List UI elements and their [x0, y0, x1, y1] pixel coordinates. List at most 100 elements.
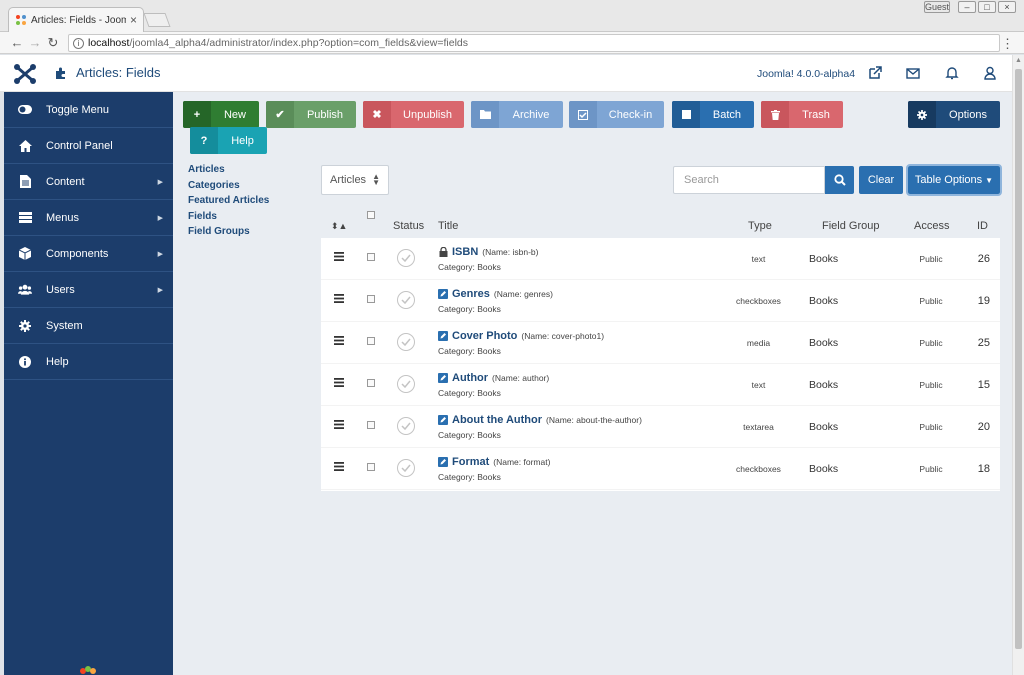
ordering-sort-icon[interactable]: ⬍▲ [331, 221, 347, 232]
submenu-item-fields[interactable]: Fields [188, 209, 269, 225]
reload-icon[interactable]: ↻ [44, 35, 62, 51]
checkbox-checked-icon [569, 101, 597, 128]
field-alias: (Name: cover-photo1) [521, 331, 605, 341]
browser-menu-icon[interactable]: ⋮ [1001, 36, 1014, 52]
search-input[interactable] [673, 166, 825, 194]
page-scrollbar[interactable]: ▲ [1012, 55, 1024, 675]
page-title-text: Articles: Fields [76, 65, 161, 80]
browser-tab[interactable]: Articles: Fields - Joomla 4 T × [8, 7, 144, 32]
sidebar-item-control-panel[interactable]: Control Panel [4, 128, 173, 164]
minimize-button[interactable]: – [958, 1, 976, 13]
options-button[interactable]: Options [908, 101, 1000, 128]
field-title-link[interactable]: About the Author (Name: about-the-author) [452, 414, 642, 426]
scroll-thumb[interactable] [1015, 69, 1022, 649]
row-checkbox[interactable] [367, 253, 375, 261]
sidebar-item-label: System [46, 319, 83, 332]
back-icon[interactable]: ← [8, 35, 26, 50]
help-button[interactable]: ? Help [190, 127, 267, 154]
new-button[interactable]: + New [183, 101, 259, 128]
published-status-icon[interactable] [397, 375, 415, 393]
published-status-icon[interactable] [397, 459, 415, 477]
external-link-icon[interactable] [867, 65, 883, 81]
close-window-button[interactable]: × [998, 1, 1016, 13]
sidebar-item-content[interactable]: Content ▶ [4, 164, 173, 200]
field-title-link[interactable]: Format (Name: format) [452, 456, 550, 468]
row-checkbox[interactable] [367, 463, 375, 471]
forward-icon[interactable]: → [26, 35, 44, 50]
sidebar-item-toggle-menu[interactable]: Toggle Menu [4, 92, 173, 128]
maximize-button[interactable]: □ [978, 1, 996, 13]
field-title-link[interactable]: Cover Photo (Name: cover-photo1) [452, 330, 604, 342]
new-tab-button[interactable] [143, 13, 171, 27]
trash-button[interactable]: Trash [761, 101, 843, 128]
mail-icon[interactable] [905, 65, 921, 81]
scroll-up-arrow-icon[interactable]: ▲ [1015, 57, 1022, 64]
plus-icon: + [183, 101, 211, 128]
published-status-icon[interactable] [397, 249, 415, 267]
clear-button[interactable]: Clear [859, 166, 903, 194]
column-title[interactable]: Title [438, 220, 458, 232]
gear-icon [908, 101, 936, 128]
field-id: 18 [977, 463, 990, 475]
sidebar-item-label: Menus [46, 211, 80, 224]
sidebar-item-menus[interactable]: Menus ▶ [4, 200, 173, 236]
submenu-item-categories[interactable]: Categories [188, 178, 269, 194]
user-icon[interactable] [982, 65, 998, 81]
row-checkbox[interactable] [367, 337, 375, 345]
drag-handle-icon[interactable] [334, 462, 344, 471]
field-title-text: Author [452, 372, 489, 384]
sidebar-item-help[interactable]: Help [4, 344, 173, 380]
submenu-item-featured-articles[interactable]: Featured Articles [188, 193, 269, 209]
publish-button[interactable]: ✔ Publish [266, 101, 356, 128]
joomla-favicon-icon [16, 15, 26, 25]
field-access: Public [919, 338, 943, 348]
row-checkbox[interactable] [367, 379, 375, 387]
row-checkbox[interactable] [367, 421, 375, 429]
drag-handle-icon[interactable] [334, 336, 344, 345]
joomla-logo-icon[interactable] [13, 63, 37, 85]
drag-handle-icon[interactable] [334, 252, 344, 261]
field-title-text: About the Author [452, 414, 543, 426]
sidebar-item-users[interactable]: Users ▶ [4, 272, 173, 308]
version-link[interactable]: Joomla! 4.0.0-alpha4 [757, 68, 855, 80]
component-submenu: Articles Categories Featured Articles Fi… [188, 162, 269, 240]
browser-user-badge[interactable]: Guest [924, 1, 950, 13]
column-field-group[interactable]: Field Group [822, 220, 879, 232]
new-button-label: New [223, 108, 246, 121]
submenu-item-field-groups[interactable]: Field Groups [188, 224, 269, 240]
published-status-icon[interactable] [397, 333, 415, 351]
column-id[interactable]: ID [977, 220, 988, 232]
field-category: Category: Books [438, 472, 501, 482]
archive-button[interactable]: Archive [471, 101, 563, 128]
close-tab-icon[interactable]: × [130, 13, 137, 27]
drag-handle-icon[interactable] [334, 420, 344, 429]
published-status-icon[interactable] [397, 291, 415, 309]
submenu-item-articles[interactable]: Articles [188, 162, 269, 178]
table-options-button[interactable]: Table Options ▼ [906, 164, 1002, 196]
drag-handle-icon[interactable] [334, 378, 344, 387]
sidebar-item-system[interactable]: System [4, 308, 173, 344]
check-all-checkbox[interactable] [367, 211, 375, 219]
drag-handle-icon[interactable] [334, 294, 344, 303]
search-button[interactable] [825, 166, 854, 194]
field-title-link[interactable]: Genres (Name: genres) [452, 288, 553, 300]
unpublish-button[interactable]: ✖ Unpublish [363, 101, 464, 128]
field-type: text [751, 254, 766, 264]
row-checkbox[interactable] [367, 295, 375, 303]
field-type: text [751, 380, 766, 390]
checkin-button[interactable]: Check-in [569, 101, 664, 128]
column-access[interactable]: Access [914, 220, 949, 232]
sidebar-item-components[interactable]: Components ▶ [4, 236, 173, 272]
address-bar[interactable]: i localhost/joomla4_alpha4/administrator… [68, 34, 1000, 52]
column-status[interactable]: Status [393, 220, 424, 232]
bell-icon[interactable] [944, 65, 960, 81]
column-type[interactable]: Type [748, 220, 772, 232]
field-title-link[interactable]: ISBN (Name: isbn-b) [452, 246, 539, 258]
info-icon[interactable]: i [73, 37, 84, 49]
context-select[interactable]: Articles ▲ ▼ [321, 165, 389, 195]
archive-button-label: Archive [512, 108, 550, 121]
batch-button[interactable]: Batch [672, 101, 754, 128]
square-icon [672, 101, 700, 128]
field-title-link[interactable]: Author (Name: author) [452, 372, 549, 384]
published-status-icon[interactable] [397, 417, 415, 435]
